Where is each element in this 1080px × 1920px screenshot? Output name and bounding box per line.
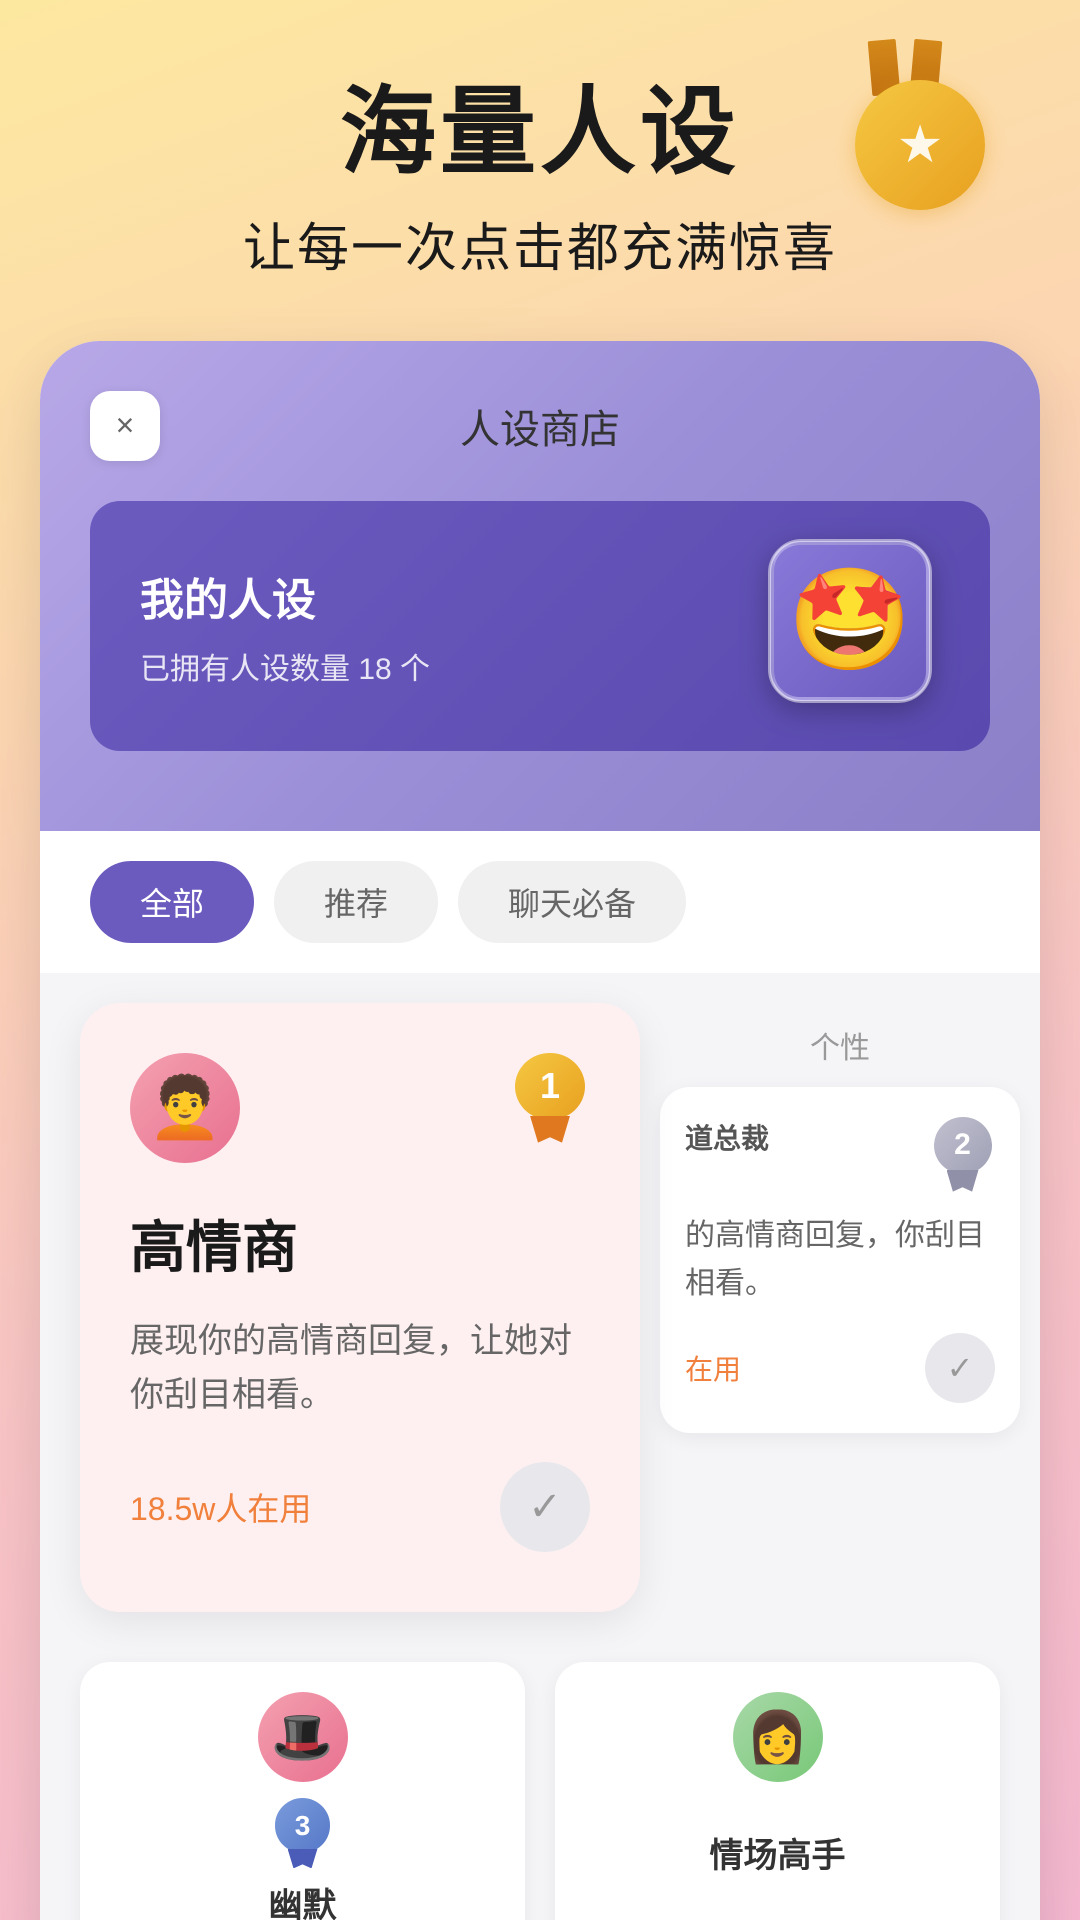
main-card: × 人设商店 我的人设 已拥有人设数量 18 个 🤩 全部 推荐 聊天必备 [40, 341, 1040, 1920]
check-icon-right: ✓ [947, 1349, 974, 1387]
persona-desc-main: 展现你的高情商回复，让她对你刮目相看。 [130, 1314, 590, 1423]
bottom-cards-row: 🎩 3 幽默 展现你的高情商回复， 👩 情场高手 [40, 1642, 1040, 1920]
partial-footer: 在用 ✓ [685, 1333, 995, 1403]
rank-ribbon-3 [288, 1849, 318, 1869]
bottom-avatar-emoji-2: 👩 [746, 1708, 808, 1767]
rank-num-3: 3 [275, 1798, 330, 1852]
persona-description: 已拥有人设数量 18 个 [140, 644, 430, 688]
partial-card-right[interactable]: 道总裁 2 的高情商回复，你刮目相看。 在用 ✓ [660, 1087, 1020, 1433]
bottom-card-1[interactable]: 🎩 3 幽默 展现你的高情商回复， [80, 1662, 525, 1920]
tab-recommend[interactable]: 推荐 [274, 861, 438, 943]
tab-all[interactable]: 全部 [90, 861, 254, 943]
user-count-main: 18.5w人在用 [130, 1484, 311, 1530]
bottom-card-2[interactable]: 👩 情场高手 [555, 1662, 1000, 1920]
bottom-avatar-2: 👩 [733, 1692, 823, 1782]
bottom-item-name-2: 情场高手 [710, 1828, 846, 1877]
partial-desc: 的高情商回复，你刮目相看。 [685, 1212, 995, 1308]
avatar-emoji: 🧑‍🦱 [148, 1072, 223, 1143]
medal-star-icon: ★ [897, 115, 944, 175]
rank-number-2: 2 [934, 1117, 992, 1174]
partial-card-header: 道总裁 2 [685, 1117, 995, 1192]
rank-ribbon-2 [947, 1170, 979, 1192]
my-persona-card[interactable]: 我的人设 已拥有人设数量 18 个 🤩 [90, 501, 990, 751]
medal-icon: ★ [840, 40, 1000, 220]
content-area: 🧑‍🦱 1 高情商 展现你的高情商回复，让她对你刮目相看。 18.5w人在用 [40, 973, 1040, 1643]
bottom-avatar-emoji-1: 🎩 [271, 1708, 333, 1767]
filter-tabs: 全部 推荐 聊天必备 [40, 831, 1040, 973]
bottom-rank-1: 3 [273, 1798, 333, 1868]
hero-section: ★ 海量人设 让每一次点击都充满惊喜 [0, 0, 1080, 341]
tab-chat-essentials[interactable]: 聊天必备 [458, 861, 686, 943]
persona-emoji: 🤩 [770, 541, 940, 711]
rank-badge-2: 2 [930, 1117, 995, 1192]
content-wrapper: 🧑‍🦱 1 高情商 展现你的高情商回复，让她对你刮目相看。 18.5w人在用 [40, 973, 1040, 1920]
rank-ribbon-1 [530, 1116, 570, 1143]
rank-number-1: 1 [515, 1053, 585, 1120]
item-footer: 18.5w人在用 ✓ [130, 1462, 590, 1552]
emoji-display: 🤩 [770, 541, 930, 701]
persona-info: 我的人设 已拥有人设数量 18 个 [140, 564, 430, 688]
card-header: × 人设商店 我的人设 已拥有人设数量 18 个 🤩 [40, 341, 1040, 831]
check-button-right[interactable]: ✓ [925, 1333, 995, 1403]
partial-user-count: 在用 [685, 1348, 741, 1388]
bottom-avatar-1: 🎩 [258, 1692, 348, 1782]
close-icon: × [116, 407, 135, 444]
right-partial-area: 个性 道总裁 2 的高情商回复，你刮目相看。 [640, 973, 1040, 1643]
rank-badge-1: 1 [510, 1053, 590, 1143]
persona-name-main: 高情商 [130, 1203, 590, 1284]
page-container: ★ 海量人设 让每一次点击都充满惊喜 × 人设商店 我的人设 已拥有人设数量 1… [0, 0, 1080, 1920]
check-icon: ✓ [528, 1484, 562, 1530]
medal-body: ★ [855, 80, 985, 210]
check-button-main[interactable]: ✓ [500, 1462, 590, 1552]
persona-heading: 我的人设 [140, 564, 430, 628]
item-header: 🧑‍🦱 1 [130, 1053, 590, 1163]
modal-title: 人设商店 [460, 397, 620, 455]
close-button[interactable]: × [90, 391, 160, 461]
top-bar: × 人设商店 [90, 391, 990, 461]
avatar-main: 🧑‍🦱 [130, 1053, 240, 1163]
category-name-partial: 道总裁 [685, 1117, 769, 1157]
bottom-item-name-1: 幽默 [269, 1878, 337, 1920]
persona-item-main[interactable]: 🧑‍🦱 1 高情商 展现你的高情商回复，让她对你刮目相看。 18.5w人在用 [80, 1003, 640, 1613]
category-tag: 个性 [660, 1003, 1020, 1077]
category-section: 个性 [640, 973, 1040, 1087]
